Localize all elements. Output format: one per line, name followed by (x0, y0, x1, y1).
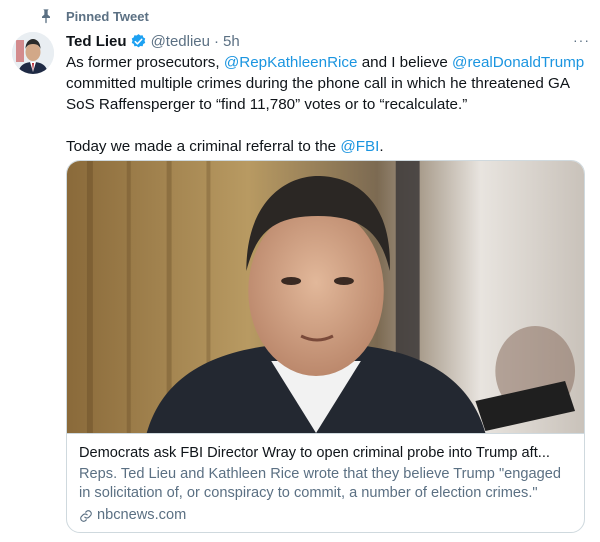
tweet-text-segment: As former prosecutors, (66, 54, 224, 71)
pin-icon (42, 9, 50, 24)
card-title[interactable]: Democrats ask FBI Director Wray to open … (79, 444, 572, 463)
separator-dot: · (214, 32, 219, 50)
card-domain-row: nbcnews.com (79, 506, 572, 525)
tweet-body: As former prosecutors, @RepKathleenRice … (66, 52, 591, 157)
tweet-text-segment: committed multiple crimes during the pho… (66, 75, 570, 113)
card-domain: nbcnews.com (97, 507, 187, 523)
pinned-tweet-label-row: Pinned Tweet (38, 6, 149, 26)
tweet-text-segment: and I believe (357, 54, 453, 71)
author-name[interactable]: Ted Lieu (66, 33, 127, 50)
tweet-paragraph-2: Today we made a criminal referral to the… (66, 136, 591, 157)
link-icon (80, 509, 92, 522)
author-handle[interactable]: @tedlieu (151, 33, 210, 50)
verified-badge-icon (131, 33, 145, 47)
card-description: Reps. Ted Lieu and Kathleen Rice wrote t… (79, 466, 561, 501)
card-body: Democrats ask FBI Director Wray to open … (67, 433, 584, 525)
avatar[interactable] (12, 32, 54, 74)
more-options-icon[interactable]: ··· (573, 32, 590, 48)
link-preview-card[interactable]: Democrats ask FBI Director Wray to open … (66, 160, 585, 533)
tweet-text-segment: . (379, 138, 384, 155)
tweet-paragraph-1: As former prosecutors, @RepKathleenRice … (66, 52, 591, 115)
tweet-header: Ted Lieu @tedlieu · 5h (66, 30, 590, 52)
tweet-text-segment: Today we made a criminal referral to the (66, 138, 341, 155)
card-photo (67, 161, 584, 433)
tweet-timestamp[interactable]: 5h (223, 33, 240, 50)
pinned-tweet-text: Pinned Tweet (66, 8, 149, 24)
mention-fbi[interactable]: @FBI (340, 138, 379, 155)
mention-repkathleenrice[interactable]: @RepKathleenRice (224, 54, 358, 71)
mention-realdonaldtrump[interactable]: @realDonaldTrump (452, 54, 584, 71)
